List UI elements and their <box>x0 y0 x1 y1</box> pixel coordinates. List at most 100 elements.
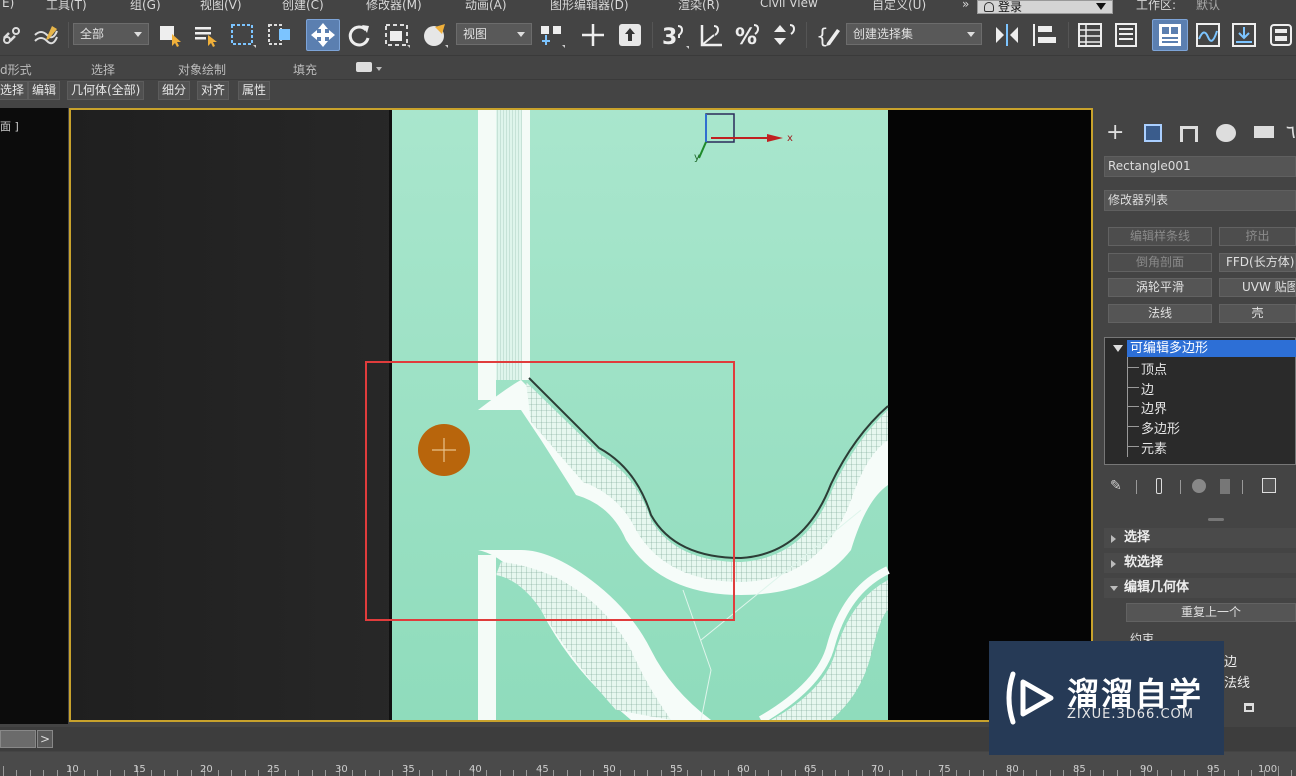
configure-modifier-sets-icon[interactable] <box>1262 478 1276 493</box>
modify-tab-icon[interactable] <box>1144 124 1162 142</box>
stack-item-editable-poly[interactable]: 可编辑多边形 <box>1109 339 1296 357</box>
menu-modifiers[interactable]: 修改器(M) <box>366 0 422 13</box>
timeline-ruler[interactable]: 10 15 20 25 30 35 40 45 50 55 60 65 70 75 80 85 90 95 100 <box>0 752 1296 776</box>
menu-views[interactable]: 视图(V) <box>200 0 242 13</box>
ribbon-tab-populate[interactable]: 填充 <box>293 61 317 78</box>
stack-sub-element[interactable]: 元素 <box>1141 438 1167 457</box>
triangle-down-icon[interactable] <box>1113 345 1123 352</box>
ribbon-tab-selection[interactable]: 选择 <box>91 61 115 78</box>
motion-tab-icon[interactable] <box>1216 124 1236 142</box>
shell-button[interactable]: 壳 <box>1219 304 1296 323</box>
schematic-view-icon[interactable] <box>1266 19 1296 51</box>
timeline-tick <box>567 770 568 776</box>
dope-sheet-icon[interactable] <box>1228 19 1260 51</box>
ribbon-geometry-button[interactable]: 几何体(全部) <box>67 81 145 100</box>
select-and-move-icon[interactable] <box>306 19 340 51</box>
ribbon-subdivide-button[interactable]: 细分 <box>158 81 191 100</box>
workspace-value[interactable]: 默认 <box>1196 0 1220 13</box>
rollout-edit-geometry[interactable]: 编辑几何体 <box>1104 578 1296 598</box>
select-object-icon[interactable] <box>155 19 185 51</box>
window-crossing-icon[interactable] <box>264 19 296 51</box>
constraint-edge-option[interactable]: 边 <box>1224 651 1237 670</box>
ribbon-options-icon[interactable] <box>356 62 372 72</box>
display-tab-icon[interactable] <box>1254 126 1274 138</box>
chevron-down-icon[interactable] <box>376 67 382 71</box>
make-unique-icon[interactable] <box>1192 479 1206 493</box>
stack-sub-border[interactable]: 边界 <box>1141 398 1167 417</box>
angle-snap-icon[interactable] <box>696 19 728 51</box>
align-icon[interactable] <box>1028 19 1062 51</box>
menu-group[interactable]: 组(G) <box>130 0 161 13</box>
normal-button[interactable]: 法线 <box>1108 304 1212 323</box>
ribbon-tab-modeling[interactable]: d形式 <box>0 61 32 78</box>
edit-spline-button[interactable]: 编辑样条线 <box>1108 227 1212 246</box>
pin-stack-icon[interactable]: ✎ <box>1110 478 1122 494</box>
keyboard-shortcut-icon[interactable] <box>614 19 646 51</box>
ribbon-select-button[interactable]: 选择 <box>0 81 29 100</box>
login-dropdown[interactable]: 登录 <box>977 0 1113 14</box>
uvw-map-button[interactable]: UVW 贴图 <box>1219 278 1296 297</box>
left-viewport[interactable]: 面 ] <box>0 108 68 724</box>
menu-customize[interactable]: 自定义(U) <box>872 0 926 13</box>
spinner-snap-icon[interactable] <box>768 19 800 51</box>
stack-sub-edge[interactable]: 边 <box>1141 379 1154 398</box>
stack-sub-polygon[interactable]: 多边形 <box>1141 418 1180 437</box>
mirror-icon[interactable] <box>990 19 1024 51</box>
select-and-rotate-icon[interactable] <box>344 19 374 51</box>
ffd-box-button[interactable]: FFD(长方体) <box>1219 253 1296 272</box>
settings-window-icon[interactable] <box>1244 703 1254 712</box>
modifier-list-dropdown[interactable]: 修改器列表 <box>1104 190 1296 211</box>
select-and-scale-icon[interactable] <box>380 19 414 51</box>
percent-snap-icon[interactable]: % <box>732 19 764 51</box>
layer-explorer-icon[interactable] <box>1110 19 1142 51</box>
utilities-tab-icon[interactable]: ٦ <box>1286 122 1296 143</box>
stack-sub-vertex[interactable]: 顶点 <box>1141 359 1167 378</box>
snaps-toggle-icon[interactable]: 3 <box>658 19 692 51</box>
named-selection-set-dropdown[interactable]: 创建选择集 <box>846 23 982 45</box>
object-name-field[interactable]: Rectangle001 <box>1104 156 1296 177</box>
menu-edit[interactable]: E) <box>2 0 14 10</box>
menu-tools[interactable]: 工具(T) <box>46 0 87 13</box>
repeat-last-button[interactable]: 重复上一个 <box>1126 603 1296 622</box>
menu-civil-view[interactable]: Civil View <box>760 0 818 10</box>
remove-modifier-icon[interactable] <box>1220 479 1230 494</box>
triangle-down-icon <box>1110 586 1118 591</box>
turbosmooth-button[interactable]: 涡轮平滑 <box>1108 278 1212 297</box>
reference-coordinate-dropdown[interactable]: 视图 <box>456 23 532 45</box>
menu-more[interactable]: » <box>962 0 969 11</box>
unlink-icon[interactable] <box>0 19 24 51</box>
rollout-selection[interactable]: 选择 <box>1104 528 1296 548</box>
menu-create[interactable]: 创建(C) <box>282 0 324 13</box>
ribbon-toggle-icon[interactable] <box>1152 19 1188 51</box>
ribbon-edit-button[interactable]: 编辑 <box>28 81 61 100</box>
viewport-scene[interactable]: x y <box>71 110 1091 720</box>
pivot-center-icon[interactable] <box>536 19 568 51</box>
hierarchy-tab-icon[interactable] <box>1180 126 1198 142</box>
create-tab-icon[interactable]: + <box>1106 120 1124 145</box>
molding-left-rim <box>522 110 530 380</box>
curve-editor-icon[interactable] <box>1192 19 1224 51</box>
select-by-name-icon[interactable] <box>190 19 220 51</box>
menu-graph-editors[interactable]: 图形编辑器(D) <box>550 0 629 13</box>
ribbon-align-button[interactable]: 对齐 <box>197 81 230 100</box>
time-slider-thumb[interactable] <box>0 730 36 748</box>
show-end-result-icon[interactable] <box>1156 478 1162 494</box>
ribbon-properties-button[interactable]: 属性 <box>238 81 271 100</box>
bind-spacewarp-icon[interactable] <box>30 19 62 51</box>
extrude-button[interactable]: 挤出 <box>1219 227 1296 246</box>
perspective-viewport[interactable]: x y <box>69 108 1093 722</box>
select-manipulate-icon[interactable] <box>578 19 608 51</box>
rollout-soft-selection[interactable]: 软选择 <box>1104 553 1296 573</box>
scene-explorer-icon[interactable] <box>1074 19 1106 51</box>
rectangular-selection-icon[interactable] <box>226 19 260 51</box>
selection-filter-dropdown[interactable]: 全部 <box>73 23 149 45</box>
menu-animation[interactable]: 动画(A) <box>465 0 507 13</box>
edit-named-selection-icon[interactable]: { <box>812 19 844 51</box>
panel-divider-handle[interactable] <box>1208 518 1224 521</box>
menu-rendering[interactable]: 渲染(R) <box>678 0 720 13</box>
place-object-icon[interactable] <box>418 19 452 51</box>
bevel-profile-button[interactable]: 倒角剖面 <box>1108 253 1212 272</box>
next-frame-chevron-icon[interactable]: > <box>37 730 53 748</box>
ribbon-tab-object-paint[interactable]: 对象绘制 <box>178 61 226 78</box>
constraint-normal-option[interactable]: 法线 <box>1224 672 1250 691</box>
